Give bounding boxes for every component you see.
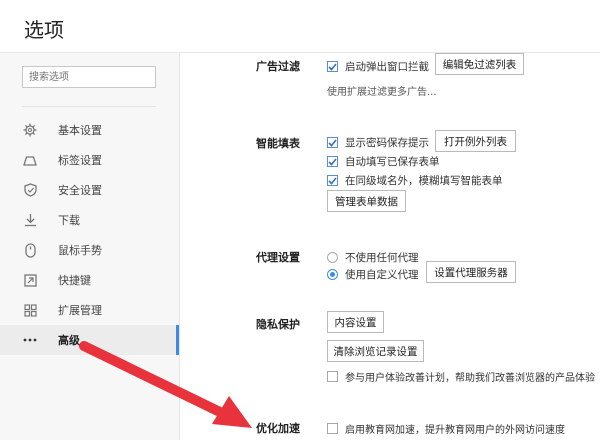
annotation-arrow <box>79 341 252 428</box>
